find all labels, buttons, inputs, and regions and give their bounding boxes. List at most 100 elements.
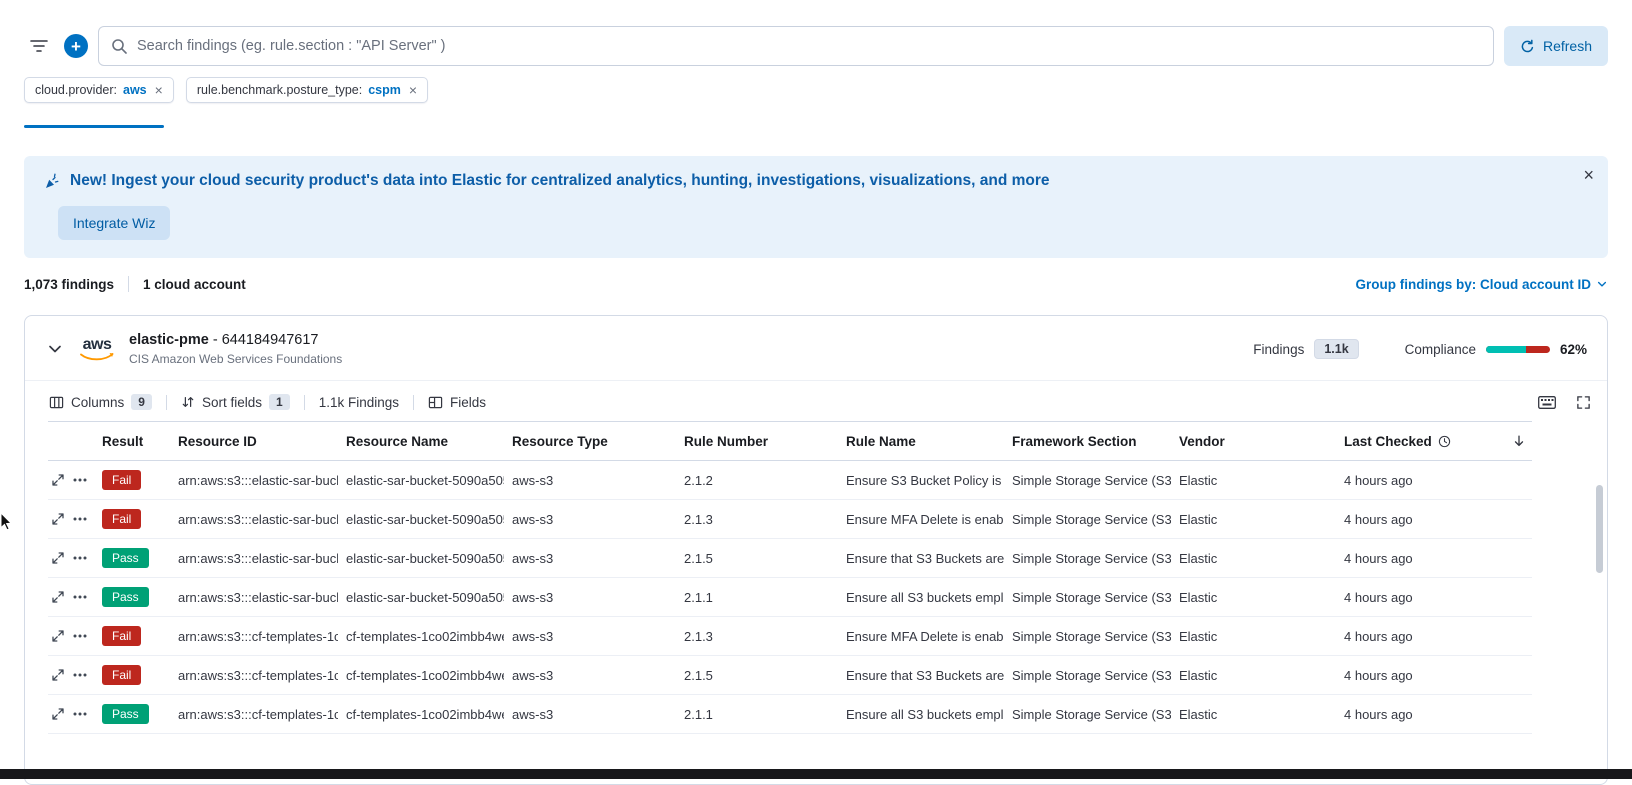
table-row[interactable]: Pass arn:aws:s3:::elastic-sar-buck elast…	[48, 578, 1532, 617]
row-actions-icon[interactable]	[73, 712, 87, 716]
col-header-rule-name[interactable]: Rule Name	[838, 434, 1004, 449]
sort-fields-label: Sort fields	[202, 395, 262, 410]
row-actions-icon[interactable]	[73, 634, 87, 638]
filter-key: cloud.provider:	[35, 83, 117, 97]
expand-row-icon[interactable]	[52, 474, 64, 486]
cell-vendor: Elastic	[1171, 551, 1336, 566]
filter-icon[interactable]	[24, 31, 54, 61]
refresh-icon	[1520, 39, 1535, 54]
cell-result: Fail	[94, 509, 170, 529]
integrate-wiz-button[interactable]: Integrate Wiz	[58, 206, 170, 240]
account-header: aws elastic-pme - 644184947617 CIS Amazo…	[25, 316, 1607, 380]
banner-text: New! Ingest your cloud security product'…	[70, 172, 1050, 190]
cell-framework-section: Simple Storage Service (S3)	[1004, 707, 1171, 722]
cell-rule-number: 2.1.5	[676, 551, 838, 566]
row-controls	[48, 669, 94, 681]
filter-pill-posture-type[interactable]: rule.benchmark.posture_type: cspm ×	[186, 77, 428, 103]
fields-label: Fields	[450, 395, 486, 410]
columns-count-badge: 9	[131, 394, 152, 410]
cell-resource-type: aws-s3	[504, 590, 676, 605]
row-actions-icon[interactable]	[73, 556, 87, 560]
cell-resource-id: arn:aws:s3:::cf-templates-1c	[170, 668, 338, 683]
expand-row-icon[interactable]	[52, 591, 64, 603]
table-row[interactable]: Fail arn:aws:s3:::elastic-sar-buck elast…	[48, 500, 1532, 539]
banner-close-icon[interactable]: ×	[1583, 166, 1594, 184]
cell-result: Pass	[94, 587, 170, 607]
cell-vendor: Elastic	[1171, 629, 1336, 644]
cell-last-checked: 4 hours ago	[1336, 629, 1532, 644]
col-header-result[interactable]: Result	[94, 434, 170, 449]
filter-pill-cloud-provider[interactable]: cloud.provider: aws ×	[24, 77, 174, 103]
remove-filter-icon[interactable]: ×	[409, 83, 417, 97]
cell-resource-id: arn:aws:s3:::cf-templates-1c	[170, 629, 338, 644]
col-header-resource-name[interactable]: Resource Name	[338, 434, 504, 449]
table-row[interactable]: Fail arn:aws:s3:::cf-templates-1c cf-tem…	[48, 617, 1532, 656]
col-header-framework-section[interactable]: Framework Section	[1004, 434, 1171, 449]
col-header-resource-type[interactable]: Resource Type	[504, 434, 676, 449]
expand-row-icon[interactable]	[52, 708, 64, 720]
compliance-label: Compliance	[1405, 342, 1476, 357]
clock-icon	[1438, 435, 1451, 448]
collapse-chevron-icon[interactable]	[45, 339, 65, 359]
table-row[interactable]: Fail arn:aws:s3:::elastic-sar-buck elast…	[48, 461, 1532, 500]
cell-resource-name: elastic-sar-bucket-5090a505	[338, 590, 504, 605]
row-actions-icon[interactable]	[73, 595, 87, 599]
cell-resource-id: arn:aws:s3:::elastic-sar-buck	[170, 590, 338, 605]
col-header-resource-id[interactable]: Resource ID	[170, 434, 338, 449]
columns-button[interactable]: Columns 9	[49, 394, 152, 410]
cell-last-checked: 4 hours ago	[1336, 668, 1532, 683]
divider	[166, 395, 167, 410]
cell-vendor: Elastic	[1171, 668, 1336, 683]
remove-filter-icon[interactable]: ×	[155, 83, 163, 97]
columns-label: Columns	[71, 395, 124, 410]
divider	[413, 395, 414, 410]
row-actions-icon[interactable]	[73, 478, 87, 482]
table-row[interactable]: Pass arn:aws:s3:::cf-templates-1c cf-tem…	[48, 695, 1532, 734]
aws-logo: aws	[78, 337, 116, 362]
account-title: elastic-pme - 644184947617	[129, 332, 318, 348]
cell-resource-type: aws-s3	[504, 473, 676, 488]
col-header-vendor[interactable]: Vendor	[1171, 434, 1336, 449]
cell-framework-section: Simple Storage Service (S3)	[1004, 551, 1171, 566]
expand-row-icon[interactable]	[52, 513, 64, 525]
sort-icon	[181, 395, 195, 409]
findings-count: 1,073 findings	[24, 277, 114, 292]
cell-last-checked: 4 hours ago	[1336, 512, 1532, 527]
cell-resource-name: elastic-sar-bucket-5090a505	[338, 512, 504, 527]
divider	[304, 395, 305, 410]
expand-row-icon[interactable]	[52, 630, 64, 642]
cell-last-checked: 4 hours ago	[1336, 590, 1532, 605]
sort-fields-button[interactable]: Sort fields 1	[181, 394, 290, 410]
banner-title: New! Ingest your cloud security product'…	[44, 172, 1588, 190]
keyboard-shortcuts-icon[interactable]	[1538, 396, 1556, 409]
expand-row-icon[interactable]	[52, 669, 64, 681]
col-header-rule-number[interactable]: Rule Number	[676, 434, 838, 449]
expand-row-icon[interactable]	[52, 552, 64, 564]
sort-direction-icon[interactable]	[1512, 434, 1526, 448]
refresh-button[interactable]: Refresh	[1504, 26, 1608, 66]
table-body: Fail arn:aws:s3:::elastic-sar-buck elast…	[48, 461, 1532, 734]
add-filter-button[interactable]: +	[64, 34, 88, 58]
row-actions-icon[interactable]	[73, 673, 87, 677]
cell-rule-name: Ensure all S3 buckets employ	[838, 590, 1004, 605]
table-row[interactable]: Fail arn:aws:s3:::cf-templates-1c cf-tem…	[48, 656, 1532, 695]
findings-count-badge: 1.1k	[1314, 339, 1358, 359]
cell-resource-type: aws-s3	[504, 707, 676, 722]
cell-resource-id: arn:aws:s3:::elastic-sar-buck	[170, 473, 338, 488]
group-findings-by-dropdown[interactable]: Group findings by: Cloud account ID	[1356, 277, 1609, 292]
cell-resource-name: elastic-sar-bucket-5090a505	[338, 551, 504, 566]
findings-label: Findings	[1253, 342, 1304, 357]
table-row[interactable]: Pass arn:aws:s3:::elastic-sar-buck elast…	[48, 539, 1532, 578]
cell-resource-id: arn:aws:s3:::cf-templates-1c	[170, 707, 338, 722]
cell-rule-name: Ensure that S3 Buckets are c	[838, 551, 1004, 566]
row-actions-icon[interactable]	[73, 517, 87, 521]
vertical-scrollbar[interactable]	[1596, 485, 1603, 573]
fullscreen-icon[interactable]	[1576, 395, 1591, 410]
search-box[interactable]	[98, 26, 1494, 66]
result-badge: Pass	[102, 548, 149, 568]
cell-rule-name: Ensure that S3 Buckets are c	[838, 668, 1004, 683]
cell-rule-number: 2.1.5	[676, 668, 838, 683]
col-header-last-checked[interactable]: Last Checked	[1336, 434, 1532, 449]
fields-button[interactable]: Fields	[428, 395, 486, 410]
search-input[interactable]	[135, 37, 1481, 55]
